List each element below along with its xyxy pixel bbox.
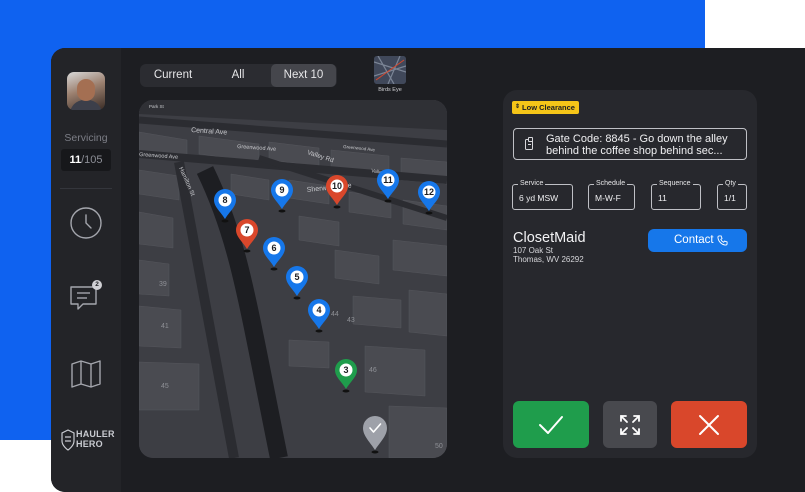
- check-icon: [539, 415, 563, 434]
- expand-button[interactable]: [603, 401, 657, 448]
- sidebar-divider: [60, 188, 112, 189]
- service-field[interactable]: Service 6 yd MSW: [512, 179, 573, 210]
- brand-line2: HERO: [76, 439, 103, 449]
- building-number: 41: [161, 323, 169, 330]
- tablet-device: Servicing 11/105 2 HAULER HERO Current Al…: [51, 48, 805, 492]
- servicing-total: /105: [81, 154, 103, 166]
- clock-icon[interactable]: [68, 205, 104, 241]
- building-number: 39: [159, 281, 167, 288]
- stop-pin-label: 8: [222, 195, 227, 205]
- street-label: Park St: [149, 104, 165, 109]
- birds-eye-toggle[interactable]: Birds Eye: [374, 56, 406, 96]
- hauler-hero-logo: HAULER HERO: [61, 428, 115, 452]
- customer-address: 107 Oak St Thomas, WV 26292: [513, 246, 584, 264]
- stop-pin-label: 3: [343, 365, 348, 375]
- stop-pin-label: 12: [424, 187, 434, 197]
- complete-stop-button[interactable]: [513, 401, 589, 448]
- clearance-arrows-icon: ⇕: [515, 104, 521, 110]
- schedule-field[interactable]: Schedule M-W-F: [588, 179, 635, 210]
- sidebar: Servicing 11/105 2 HAULER HERO: [51, 48, 121, 492]
- gate-note-line1: Gate Code: 8845 - Go down the alley: [546, 133, 728, 145]
- avatar[interactable]: [67, 72, 105, 110]
- servicing-count: 11/105: [61, 149, 111, 171]
- brand-line1: HAULER: [76, 429, 115, 439]
- cancel-stop-button[interactable]: [671, 401, 747, 448]
- birds-eye-label: Birds Eye: [378, 87, 402, 93]
- expand-icon: [620, 414, 640, 435]
- gate-code-note[interactable]: Gate Code: 8845 - Go down the alley behi…: [513, 128, 747, 160]
- map-icon[interactable]: [68, 356, 104, 392]
- route-filter-tabs: Current All Next 10: [140, 64, 337, 87]
- stop-detail-panel: ⇕ Low Clearance Gate Code: 8845 - Go down…: [503, 90, 757, 458]
- building-number: 43: [347, 317, 355, 324]
- route-map[interactable]: Central Ave Greenwood Ave Valley Rd Sher…: [139, 100, 447, 458]
- low-clearance-label: Low Clearance: [522, 103, 575, 112]
- qty-field[interactable]: Qty 1/1: [717, 179, 747, 210]
- phone-icon: [717, 235, 728, 246]
- service-value: 6 yd MSW: [519, 193, 559, 203]
- servicing-current: 11: [69, 154, 82, 166]
- servicing-label: Servicing: [64, 132, 108, 144]
- building-number: 45: [161, 383, 169, 390]
- clipboard-icon: [525, 137, 533, 150]
- schedule-label: Schedule: [594, 179, 628, 189]
- low-clearance-badge: ⇕ Low Clearance: [512, 101, 579, 114]
- tab-all[interactable]: All: [206, 64, 270, 87]
- customer-name: ClosetMaid: [513, 230, 586, 246]
- sequence-field[interactable]: Sequence 11: [651, 179, 701, 210]
- stop-pin-label: 5: [294, 272, 299, 282]
- stop-pin-label: 4: [316, 305, 321, 315]
- building-number: 44: [331, 311, 339, 318]
- contact-button[interactable]: Contact: [648, 229, 747, 252]
- sequence-label: Sequence: [657, 179, 693, 189]
- stop-pin-label: 6: [271, 243, 276, 253]
- sequence-value: 11: [658, 193, 667, 203]
- close-icon: [699, 414, 719, 435]
- tab-current[interactable]: Current: [140, 64, 206, 87]
- schedule-value: M-W-F: [595, 193, 621, 203]
- service-label: Service: [518, 179, 546, 189]
- gate-note-line2: behind the coffee shop behind sec...: [546, 145, 723, 157]
- qty-value: 1/1: [724, 193, 736, 203]
- stop-pin-label: 7: [244, 225, 249, 235]
- messages-badge: 2: [95, 281, 99, 288]
- address-line2: Thomas, WV 26292: [513, 254, 584, 264]
- building-number: 46: [369, 367, 377, 374]
- building-number: 50: [435, 443, 443, 450]
- messages-icon[interactable]: 2: [68, 280, 104, 316]
- birds-eye-thumbnail: [374, 56, 406, 84]
- stop-pin-label: 9: [279, 185, 284, 195]
- stop-pin-label: 11: [383, 175, 393, 185]
- stop-pin-label: 10: [332, 181, 342, 191]
- tab-next-10[interactable]: Next 10: [271, 64, 336, 87]
- contact-label: Contact: [674, 234, 714, 246]
- qty-label: Qty: [723, 179, 738, 189]
